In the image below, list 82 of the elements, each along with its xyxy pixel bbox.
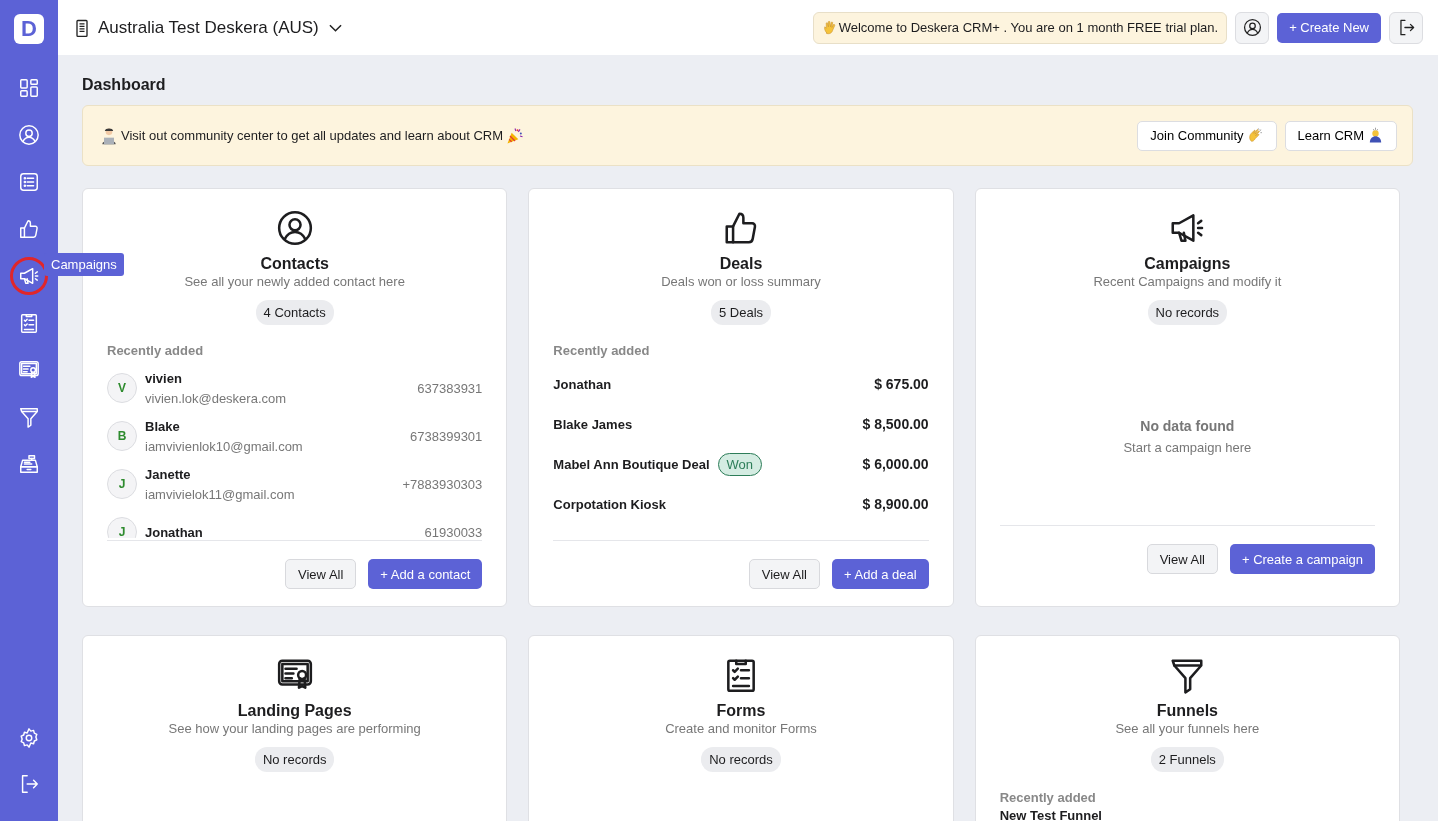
- megaphone-icon[interactable]: [18, 265, 40, 287]
- contact-email: iamvivielok11@gmail.com: [145, 486, 296, 502]
- contact-name: Blake: [145, 418, 181, 434]
- contact-phone: 6738399301: [410, 428, 483, 444]
- banner-message: Visit out community center to get all updates and learn about CRM: [121, 128, 504, 143]
- card-button[interactable]: + Add a contact: [368, 559, 483, 589]
- card-title: Landing Pages: [237, 702, 352, 720]
- contact-phone: +7883930303: [402, 476, 483, 492]
- deal-name: Corpotation Kiosk: [553, 496, 666, 512]
- party-popper-icon: [505, 125, 526, 146]
- count-pill: 5 Deals: [710, 300, 772, 325]
- logout-button[interactable]: [1389, 11, 1423, 44]
- card-subtitle: Recent Campaigns and modify it: [1093, 274, 1282, 289]
- clipboard-icon[interactable]: [18, 312, 40, 334]
- create-new-button[interactable]: + Create New: [1277, 12, 1381, 43]
- card-title: Deals: [719, 255, 763, 273]
- cash-register-icon[interactable]: [18, 453, 40, 475]
- clapping-hands-icon: [1246, 127, 1264, 144]
- card-button[interactable]: View All: [748, 559, 820, 589]
- empty-title: No data found: [1140, 417, 1235, 434]
- card-subtitle: Create and monitor Forms: [665, 721, 817, 736]
- deal-name: Jonathan: [553, 376, 612, 392]
- funnel-icon[interactable]: [18, 406, 40, 428]
- contact-name: Janette: [145, 466, 192, 482]
- card-subtitle: Deals won or loss summary: [661, 274, 821, 289]
- deal-name: Blake James: [553, 416, 633, 432]
- deal-amount: $ 675.00: [874, 376, 929, 392]
- card-button[interactable]: View All: [285, 559, 357, 589]
- section-label: Recently added: [107, 343, 205, 358]
- contact-phone: 637383931: [417, 380, 483, 396]
- deal-amount: $ 6,000.00: [862, 456, 929, 472]
- tooltip: Campaigns: [44, 253, 124, 276]
- count-pill: No records: [701, 747, 781, 772]
- avatar: J: [107, 469, 137, 499]
- count-pill: 4 Contacts: [255, 300, 334, 325]
- user-circle-icon: [275, 209, 314, 247]
- section-label: Recently added: [553, 343, 651, 358]
- organization-name: Australia Test Deskera (AUS): [98, 17, 319, 38]
- card-subtitle: See all your funnels here: [1115, 721, 1260, 736]
- funnel-name: New Test Funnel: [999, 808, 1103, 821]
- list-icon[interactable]: [18, 171, 40, 193]
- section-label: Recently added: [999, 790, 1097, 805]
- count-pill: 2 Funnels: [1150, 747, 1224, 772]
- avatar: J: [107, 517, 137, 538]
- count-pill: No records: [254, 747, 335, 772]
- contact-phone: 61930033: [424, 524, 483, 538]
- card-button[interactable]: View All: [1146, 544, 1218, 574]
- card-subtitle: See how your landing pages are performing: [168, 721, 421, 736]
- certificate-icon[interactable]: [18, 359, 40, 381]
- thumbs-up-icon[interactable]: [18, 218, 40, 240]
- contact-email: iamvivienlok10@gmail.com: [145, 438, 304, 454]
- card-button[interactable]: + Add a deal: [832, 559, 929, 589]
- banner-button[interactable]: Learn CRM: [1284, 120, 1397, 151]
- contact-email: vivien.lok@deskera.com: [145, 390, 288, 406]
- bowing-figure-icon: [1367, 127, 1384, 144]
- empty-hint: Start a campaign here: [1123, 439, 1252, 455]
- card-button[interactable]: + Create a campaign: [1229, 544, 1375, 574]
- user-circle-icon[interactable]: [18, 124, 40, 146]
- card-subtitle: See all your newly added contact here: [184, 274, 405, 289]
- banner-button[interactable]: Join Community: [1137, 120, 1277, 151]
- contact-name: vivien: [145, 370, 183, 386]
- chevron-down-icon: [328, 23, 342, 32]
- card-title: Campaigns: [1144, 255, 1231, 273]
- deal-name: Mabel Ann Boutique Deal: [553, 456, 710, 472]
- contact-name: Jonathan: [145, 524, 204, 538]
- app-logo[interactable]: D: [14, 14, 44, 44]
- welcome-message: Welcome to Deskera CRM+ . You are on 1 month FREE trial plan.: [838, 20, 1219, 35]
- avatar: V: [107, 373, 137, 403]
- organization-selector[interactable]: Australia Test Deskera (AUS): [72, 17, 342, 38]
- card-title: Funnels: [1156, 702, 1218, 720]
- card-title: Contacts: [260, 255, 329, 273]
- grid-icon[interactable]: [18, 77, 40, 99]
- avatar: B: [107, 421, 137, 451]
- count-pill: No records: [1147, 300, 1228, 325]
- gear-icon[interactable]: [18, 727, 40, 749]
- user-circle-icon: [1242, 18, 1262, 37]
- profile-button[interactable]: [1235, 11, 1270, 44]
- status-badge: Won: [717, 452, 763, 476]
- deal-amount: $ 8,900.00: [862, 496, 929, 512]
- page-title: Dashboard: [82, 76, 167, 94]
- card-title: Forms: [716, 702, 766, 720]
- deal-amount: $ 8,500.00: [862, 416, 929, 432]
